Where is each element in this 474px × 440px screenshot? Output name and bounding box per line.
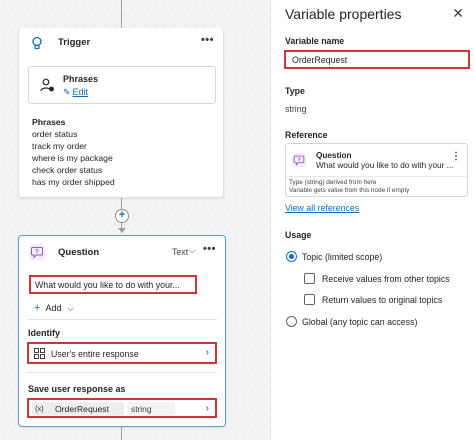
- add-button[interactable]: + Add ⌵: [34, 302, 74, 314]
- question-prompt-input[interactable]: What would you like to do with your...: [29, 275, 197, 294]
- reference-note-line: Type (string) derived from here: [289, 179, 377, 186]
- variable-properties-panel: Variable properties ✕ Variable name Orde…: [270, 0, 474, 440]
- save-variable-selector[interactable]: {x} OrderRequest string ›: [27, 398, 217, 418]
- type-label: Type: [285, 86, 305, 96]
- arrow-down-icon: [118, 228, 126, 233]
- phrases-box[interactable]: Phrases ✎ Edit: [28, 66, 216, 104]
- plus-icon: +: [34, 302, 41, 314]
- lightbulb-icon: [29, 35, 45, 51]
- identify-value: User's entire response: [51, 349, 139, 359]
- question-bubble-icon: ?: [292, 153, 306, 167]
- variable-name-label: Variable name: [285, 36, 345, 46]
- global-scope-label: Global (any topic can access): [302, 317, 418, 327]
- question-title: Question: [58, 247, 100, 258]
- variable-type: string: [131, 404, 152, 414]
- pencil-icon: ✎: [63, 87, 71, 97]
- person-chat-icon: [39, 77, 55, 93]
- add-label: Add: [45, 303, 62, 313]
- identify-selector[interactable]: User's entire response ›: [27, 342, 217, 364]
- phrase-item: order status: [32, 129, 78, 139]
- reference-note-line: Variable gets value from this node if em…: [289, 186, 410, 194]
- edit-phrases-link[interactable]: ✎ Edit: [63, 87, 88, 98]
- variable-chip: {x} OrderRequest: [32, 402, 124, 415]
- more-options-icon[interactable]: •••: [201, 34, 214, 46]
- close-icon[interactable]: ✕: [452, 5, 464, 22]
- connector-line: [121, 427, 122, 440]
- return-values-checkbox[interactable]: [304, 294, 315, 305]
- receive-values-label: Receive values from other topics: [322, 274, 450, 284]
- phrase-item: track my order: [32, 141, 87, 151]
- view-all-references-link[interactable]: View all references: [285, 203, 359, 213]
- topic-scope-label: Topic (limited scope): [302, 252, 383, 262]
- grid-icon: [34, 348, 45, 359]
- svg-text:?: ?: [297, 157, 300, 163]
- receive-values-checkbox[interactable]: [304, 273, 315, 284]
- authoring-canvas[interactable]: Trigger ••• Phrases ✎ Edit Phrases order …: [0, 0, 270, 440]
- chevron-right-icon: ›: [205, 347, 209, 358]
- connector-line: [121, 0, 122, 28]
- phrase-item: has my order shipped: [32, 177, 115, 187]
- reference-subtitle: What would you like to do with your ...: [316, 161, 454, 170]
- variable-name: OrderRequest: [55, 404, 109, 414]
- type-value: string: [285, 104, 307, 114]
- svg-text:?: ?: [35, 250, 39, 256]
- question-bubble-icon: ?: [29, 244, 45, 260]
- reference-label: Reference: [285, 130, 328, 140]
- chevron-down-icon: ⌵: [67, 304, 74, 313]
- panel-title: Variable properties: [285, 6, 402, 22]
- trigger-header: Trigger •••: [19, 28, 223, 56]
- global-scope-radio[interactable]: [286, 316, 297, 327]
- variable-name-field[interactable]: OrderRequest: [284, 50, 470, 69]
- identify-heading: Identify: [28, 328, 61, 338]
- usage-label: Usage: [285, 230, 312, 240]
- divider: [27, 372, 217, 373]
- question-node[interactable]: ? Question Text ⌵ ••• What would you lik…: [18, 235, 226, 427]
- response-type-dropdown[interactable]: Text: [172, 247, 188, 257]
- reference-title: Question: [316, 151, 352, 160]
- chevron-down-icon[interactable]: ⌵: [189, 246, 195, 256]
- topic-scope-radio[interactable]: [286, 251, 297, 262]
- phrase-list: Phrases order status track my order wher…: [32, 116, 115, 188]
- trigger-title: Trigger: [58, 37, 91, 48]
- phrase-item: check order status: [32, 165, 103, 175]
- edit-label: Edit: [72, 87, 89, 97]
- reference-note: Type (string) derived from here Variable…: [289, 179, 409, 194]
- trigger-node[interactable]: Trigger ••• Phrases ✎ Edit Phrases order …: [18, 28, 224, 198]
- divider: [286, 176, 467, 177]
- reference-card[interactable]: ? Question What would you like to do wit…: [285, 143, 468, 197]
- phrase-item: where is my package: [32, 153, 113, 163]
- phrases-box-title: Phrases: [63, 74, 99, 84]
- add-node-button[interactable]: +: [115, 209, 129, 223]
- divider: [27, 319, 217, 320]
- more-options-icon[interactable]: •••: [203, 243, 216, 255]
- save-response-heading: Save user response as: [28, 384, 126, 394]
- chevron-right-icon: ›: [205, 403, 209, 414]
- variable-icon: {x}: [35, 404, 44, 413]
- connector-line: [121, 198, 122, 209]
- variable-type-chip: string: [127, 402, 175, 415]
- more-vertical-icon[interactable]: ⋮: [451, 151, 461, 162]
- phrases-heading: Phrases: [32, 117, 66, 127]
- return-values-label: Return values to original topics: [322, 295, 443, 305]
